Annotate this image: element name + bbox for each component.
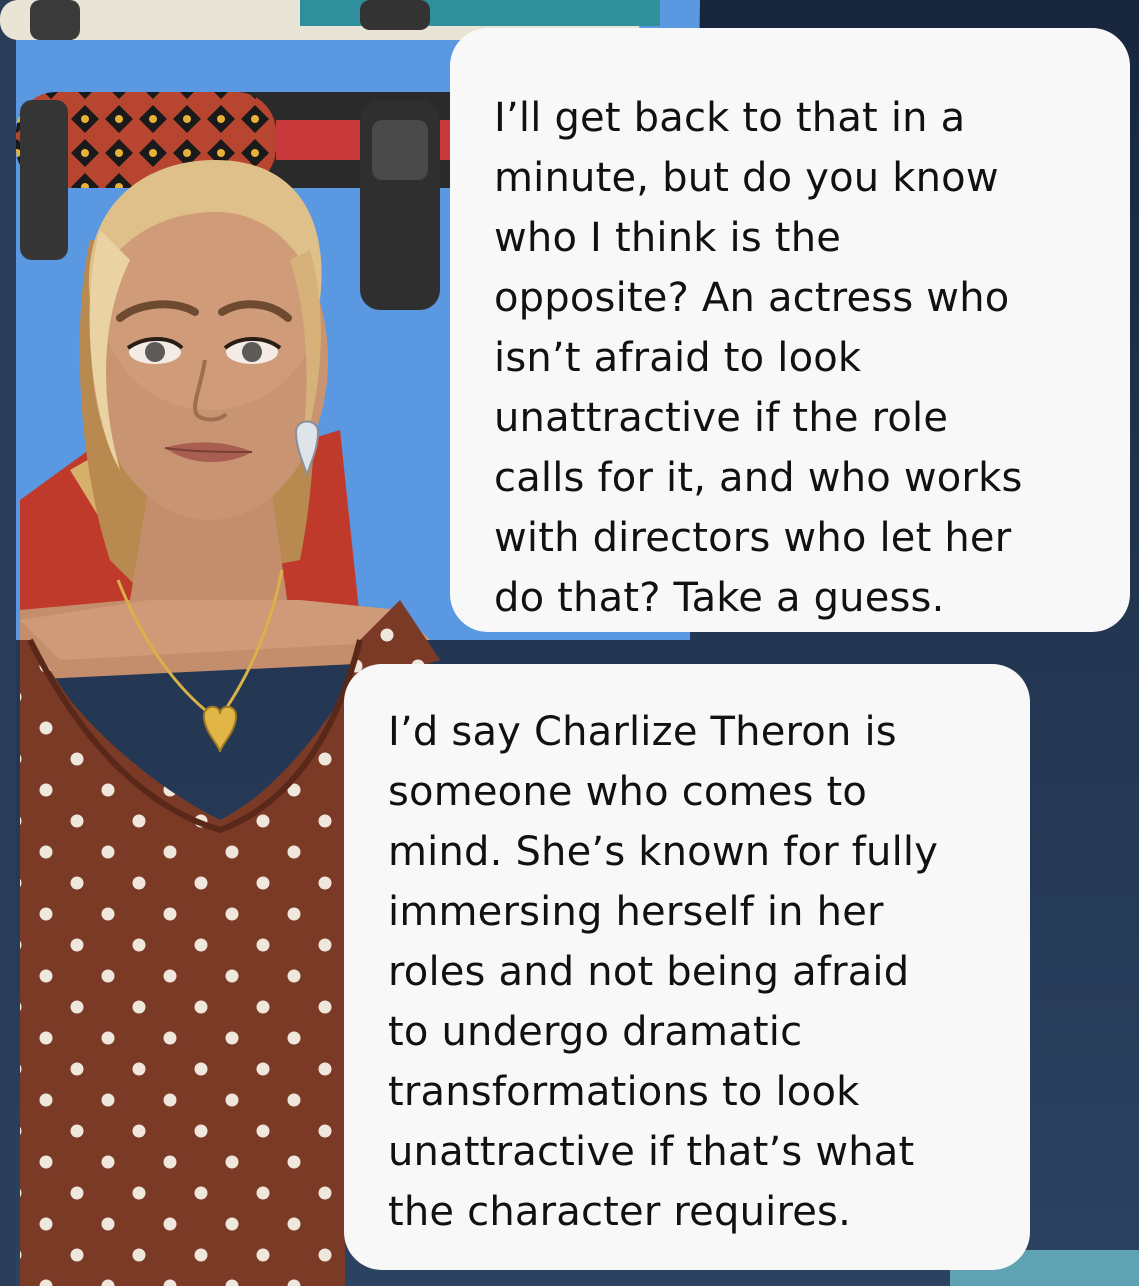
- chat-message-character: I’ll get back to that in a minute, but d…: [450, 28, 1130, 632]
- chat-message-user: I’d say Charlize Theron is someone who c…: [344, 664, 1030, 1270]
